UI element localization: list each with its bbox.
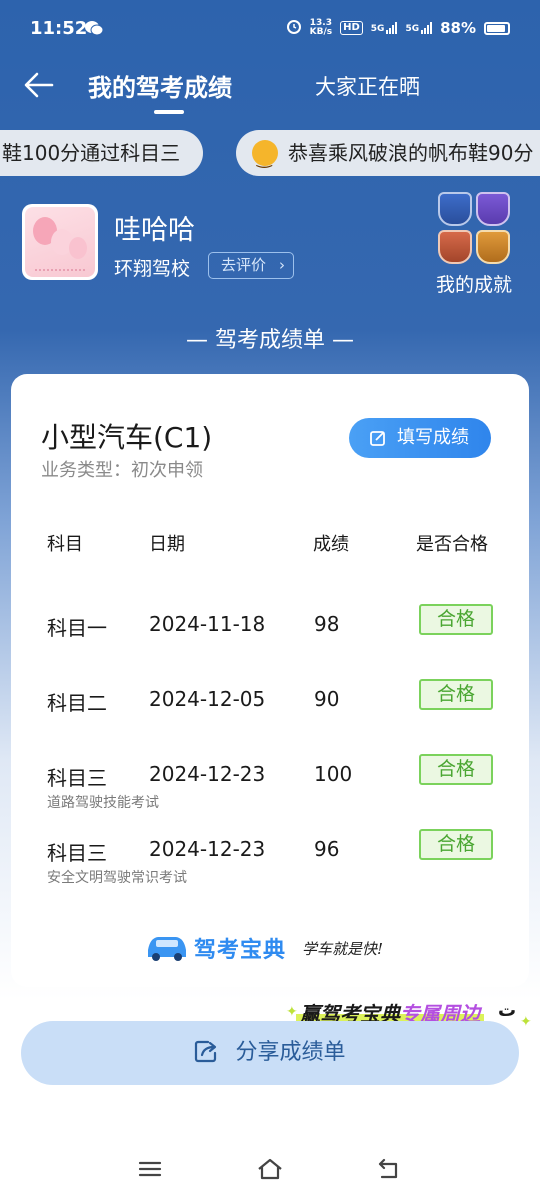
row-subject: 科目二 bbox=[47, 691, 107, 715]
tab-everyone-sharing[interactable]: 大家正在晒 bbox=[315, 71, 420, 101]
signal-bars-icon bbox=[386, 22, 398, 34]
header-passed: 是否合格 bbox=[416, 534, 488, 555]
achievement-badges[interactable] bbox=[436, 190, 512, 266]
vehicle-type: 小型汽车(C1) bbox=[41, 421, 213, 454]
badge-icon bbox=[476, 230, 510, 264]
header-date: 日期 bbox=[149, 534, 185, 555]
sim1-label: 5G bbox=[370, 24, 385, 34]
score-card: 小型汽车(C1) 业务类型：初次申领 填写成绩 科目 日期 成绩 是否合格 科目… bbox=[11, 374, 529, 987]
sparkle-icon: ✦ bbox=[520, 1014, 532, 1030]
brand-name: 驾考宝典 bbox=[194, 938, 287, 963]
row-note: 安全文明驾驶常识考试 bbox=[47, 870, 187, 886]
signal-1: 5G bbox=[371, 22, 398, 34]
sim2-label: 5G bbox=[405, 24, 420, 34]
my-achievements-label[interactable]: 我的成就 bbox=[436, 270, 512, 297]
row-score: 100 bbox=[314, 762, 353, 786]
row-note: 道路驾驶技能考试 bbox=[47, 795, 159, 811]
row-subject: 科目三 bbox=[47, 841, 107, 865]
row-date: 2024-11-18 bbox=[149, 612, 266, 636]
marquee-item: 鞋100分通过科目三 bbox=[0, 130, 203, 176]
marquee-text: 鞋100分通过科目三 bbox=[2, 141, 181, 165]
table-row: 科目三 2024-12-23 100 合格 道路驾驶技能考试 bbox=[11, 754, 529, 822]
back-button[interactable] bbox=[22, 68, 62, 108]
status-bar: 11:52 13.3 KB/s HD 5G 5G 88% bbox=[0, 0, 540, 60]
row-date: 2024-12-23 bbox=[149, 762, 266, 786]
active-tab-indicator bbox=[154, 110, 184, 114]
username: 哇哈哈 bbox=[114, 215, 195, 246]
status-time: 11:52 bbox=[30, 18, 88, 39]
pass-badge: 合格 bbox=[419, 679, 493, 710]
table-row: 科目二 2024-12-05 90 合格 bbox=[11, 679, 529, 747]
home-button[interactable] bbox=[256, 1156, 284, 1184]
hd-badge: HD bbox=[340, 21, 363, 35]
return-icon bbox=[378, 1158, 398, 1179]
signal-bars-icon bbox=[421, 22, 433, 34]
battery-percent: 88% bbox=[440, 19, 476, 37]
back-nav-button[interactable] bbox=[376, 1156, 404, 1184]
balloon-avatar-image bbox=[25, 207, 95, 277]
smile-emoji-icon bbox=[252, 136, 278, 176]
share-score-button[interactable]: 分享成绩单 bbox=[21, 1021, 519, 1085]
row-score: 98 bbox=[314, 612, 340, 636]
badge-icon bbox=[476, 192, 510, 226]
share-icon bbox=[195, 1040, 217, 1063]
pass-badge: 合格 bbox=[419, 754, 493, 785]
signal-2: 5G bbox=[405, 22, 433, 34]
net-speed: 13.3 KB/s bbox=[310, 19, 332, 37]
pass-badge: 合格 bbox=[419, 604, 493, 635]
share-label: 分享成绩单 bbox=[235, 1040, 346, 1065]
rate-school-button[interactable]: 去评价 › bbox=[208, 252, 294, 279]
car-logo-icon bbox=[148, 937, 186, 961]
marquee-text: 恭喜乘风破浪的帆布鞋90分 bbox=[288, 141, 534, 165]
badge-icon bbox=[438, 192, 472, 226]
row-subject: 科目一 bbox=[47, 616, 107, 640]
marquee-item: 恭喜乘风破浪的帆布鞋90分 bbox=[236, 130, 540, 176]
avatar[interactable] bbox=[22, 204, 98, 280]
badge-icon bbox=[438, 230, 472, 264]
wechat-notification-icon bbox=[84, 20, 104, 40]
pass-badge: 合格 bbox=[419, 829, 493, 860]
home-icon bbox=[258, 1158, 282, 1180]
system-nav-bar bbox=[0, 1140, 540, 1200]
fill-score-button[interactable]: 填写成绩 bbox=[349, 418, 491, 458]
header-score: 成绩 bbox=[313, 534, 349, 555]
top-nav: 我的驾考成绩 大家正在晒 bbox=[0, 60, 540, 116]
score-sheet-title: — 驾考成绩单 — bbox=[186, 328, 354, 353]
brand-slogan: 学车就是快! bbox=[302, 940, 384, 958]
table-row: 科目三 2024-12-23 96 合格 安全文明驾驶常识考试 bbox=[11, 829, 529, 897]
rate-label: 去评价 bbox=[221, 256, 267, 274]
table-row: 科目一 2024-11-18 98 合格 bbox=[11, 604, 529, 672]
row-score: 90 bbox=[314, 687, 340, 711]
congrats-marquee: 鞋100分通过科目三 恭喜乘风破浪的帆布鞋90分 bbox=[0, 130, 540, 176]
chevron-right-icon: › bbox=[279, 256, 285, 274]
tab-my-scores[interactable]: 我的驾考成绩 bbox=[88, 68, 232, 103]
edit-icon bbox=[370, 431, 385, 446]
driving-school: 环翔驾校 bbox=[114, 258, 191, 280]
net-speed-unit: KB/s bbox=[309, 27, 333, 37]
menu-button[interactable] bbox=[137, 1156, 165, 1184]
row-date: 2024-12-05 bbox=[149, 687, 266, 711]
row-date: 2024-12-23 bbox=[149, 837, 266, 861]
fill-score-label: 填写成绩 bbox=[397, 427, 469, 448]
arrow-left-icon bbox=[24, 72, 54, 98]
header-subject: 科目 bbox=[47, 534, 83, 555]
business-type: 业务类型：初次申领 bbox=[41, 460, 203, 481]
alarm-icon bbox=[286, 18, 302, 38]
battery-icon bbox=[484, 21, 510, 35]
row-score: 96 bbox=[314, 837, 340, 861]
menu-icon bbox=[138, 1161, 162, 1177]
row-subject: 科目三 bbox=[47, 766, 107, 790]
smile-doodle-icon: ت bbox=[498, 1000, 517, 1021]
